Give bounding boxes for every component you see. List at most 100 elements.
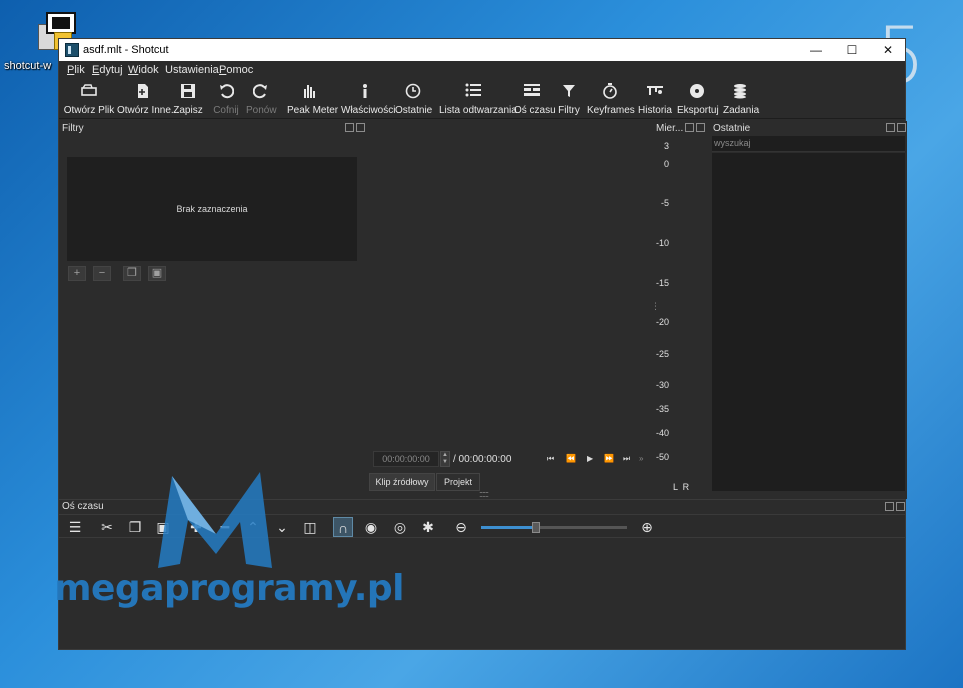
watermark-m-logo (158, 472, 272, 568)
redo-button[interactable]: Ponów (246, 79, 277, 119)
meter-scale-label: -40 (655, 428, 669, 438)
zoom-out-button[interactable]: ⊖ (451, 517, 471, 537)
paste-filter-button[interactable]: ▣ (148, 266, 166, 281)
history-icon (637, 83, 673, 103)
zoom-slider[interactable] (481, 522, 627, 533)
ripple-button[interactable]: ◎ (390, 517, 410, 537)
recent-panel: Ostatnie wyszukaj (710, 121, 907, 499)
list-icon (439, 83, 507, 103)
meter-scale-label: -30 (655, 380, 669, 390)
meter-scale-label: -35 (655, 404, 669, 414)
maximize-button[interactable]: ☐ (834, 39, 870, 61)
tab-project[interactable]: Projekt (436, 473, 480, 491)
clock-icon (395, 83, 431, 103)
peak-meter-button[interactable]: Peak Meter (287, 79, 338, 119)
recent-search-input[interactable]: wyszukaj (712, 136, 905, 152)
meter-scale-label: 3 (663, 141, 669, 151)
watermark-logo: megaprogramy.pl (54, 472, 405, 622)
shotcut-app-icon (65, 43, 79, 57)
player-panel: 00:00:00:00 ▲ ▼ / 00:00:00:00 ⏮ ⏪ ▶ ⏩ ⏭ »… (365, 121, 653, 499)
meter-channels-label: L R (673, 482, 690, 492)
filters-empty-area: Brak zaznaczenia (67, 157, 357, 261)
timecode-input[interactable]: 00:00:00:00 (373, 451, 439, 467)
filters-panel: Filtry Brak zaznaczenia + − ❐ ▣ ⋮ (59, 121, 374, 499)
playlist-button[interactable]: Lista odtwarzania (439, 79, 517, 119)
export-button[interactable]: Eksportuj (677, 79, 719, 119)
meter-scale-label: -25 (655, 349, 669, 359)
properties-button[interactable]: Właściwości (341, 79, 395, 119)
undo-button[interactable]: Cofnij (212, 79, 240, 119)
menu-help[interactable]: Pomoc (219, 64, 253, 76)
filters-button[interactable]: Filtry (557, 79, 581, 119)
redo-icon (246, 83, 276, 103)
copy-icon: ❐ (127, 267, 137, 279)
recent-button[interactable]: Ostatnie (395, 79, 432, 119)
meter-scale-label: -50 (655, 452, 669, 462)
resize-grip[interactable]: :::::: (479, 489, 489, 499)
menu-view[interactable]: Widok (128, 64, 159, 76)
timeline-icon (514, 83, 550, 103)
jobs-button[interactable]: Zadania (723, 79, 759, 119)
add-filter-button[interactable]: + (68, 266, 86, 281)
filters-panel-title: Filtry (62, 123, 84, 134)
close-button[interactable]: ✕ (870, 39, 906, 61)
disc-icon (677, 83, 717, 103)
info-icon (341, 83, 389, 103)
timeline-panel-controls[interactable] (883, 502, 905, 514)
meter-scale-label: -15 (655, 278, 669, 288)
menu-file[interactable]: Plik (67, 64, 85, 76)
title-bar[interactable]: asdf.mlt - Shotcut — ☐ ✕ (59, 39, 905, 61)
no-selection-text: Brak zaznaczenia (176, 204, 248, 214)
folder-open-icon (63, 83, 115, 103)
history-button[interactable]: Historia (637, 79, 673, 119)
asterisk-icon: ✱ (422, 519, 434, 535)
stack-icon (723, 83, 757, 103)
paste-icon: ▣ (151, 267, 163, 279)
timeline-button[interactable]: Oś czasu (514, 79, 556, 119)
undo-icon (212, 83, 240, 103)
zoom-in-icon: ⊕ (641, 519, 653, 535)
watermark-text: megaprogramy.pl (54, 568, 405, 609)
zoom-slider-handle[interactable] (532, 522, 541, 533)
meter-scale-label: -5 (660, 198, 669, 208)
skip-to-end-button[interactable]: ⏭ (623, 454, 630, 464)
main-toolbar: Otwórz Plik Otwórz Inne... Zapisz Cofnij… (59, 79, 905, 119)
meter-scale-label: 0 (663, 159, 669, 169)
new-document-icon (117, 83, 169, 103)
zoom-in-button[interactable]: ⊕ (637, 517, 657, 537)
floppy-disk-icon (173, 83, 203, 103)
play-button[interactable]: ▶ (587, 454, 593, 463)
copy-filter-button[interactable]: ❐ (123, 266, 141, 281)
recent-panel-title: Ostatnie (713, 123, 751, 134)
minimize-button[interactable]: — (798, 39, 834, 61)
meter-panel-controls[interactable] (683, 123, 705, 135)
zoom-out-icon: ⊖ (455, 519, 467, 535)
audio-meter-icon (287, 83, 333, 103)
timecode-spinner[interactable]: ▲ ▼ (440, 451, 450, 467)
skip-to-start-button[interactable]: ⏮ (547, 454, 554, 464)
duration-label: / 00:00:00:00 (453, 454, 512, 465)
recent-files-list[interactable] (712, 153, 905, 491)
stopwatch-icon (587, 83, 633, 103)
more-controls-button[interactable]: » (639, 454, 643, 463)
funnel-icon (557, 83, 581, 103)
keyframes-button[interactable]: Keyframes (587, 79, 635, 119)
remove-filter-button[interactable]: − (93, 266, 111, 281)
open-file-button[interactable]: Otwórz Plik (63, 79, 115, 119)
rewind-button[interactable]: ⏪ (566, 454, 576, 463)
zoom-slider-fill (481, 526, 537, 529)
menu-bar: Plik Edytuj Widok Ustawienia Pomoc (59, 61, 905, 79)
tab-source-clip[interactable]: Klip źródłowy (369, 473, 435, 491)
ripple-all-button[interactable]: ✱ (418, 517, 438, 537)
audio-meter-panel: Mier... 3 0 -5 -10 -15 -20 -25 -30 -35 -… (651, 121, 705, 499)
open-other-button[interactable]: Otwórz Inne... (117, 79, 179, 119)
meter-panel-title: Mier... (656, 123, 684, 134)
menu-edit[interactable]: Edytuj (92, 64, 123, 76)
fast-forward-button[interactable]: ⏩ (604, 454, 614, 463)
filters-panel-controls[interactable] (343, 123, 365, 135)
save-button[interactable]: Zapisz (173, 79, 203, 119)
menu-settings[interactable]: Ustawienia (165, 64, 219, 76)
recent-panel-controls[interactable] (884, 123, 906, 135)
splitter-handle[interactable]: ⋮ (651, 301, 660, 312)
meter-scale-label: -20 (655, 317, 669, 327)
